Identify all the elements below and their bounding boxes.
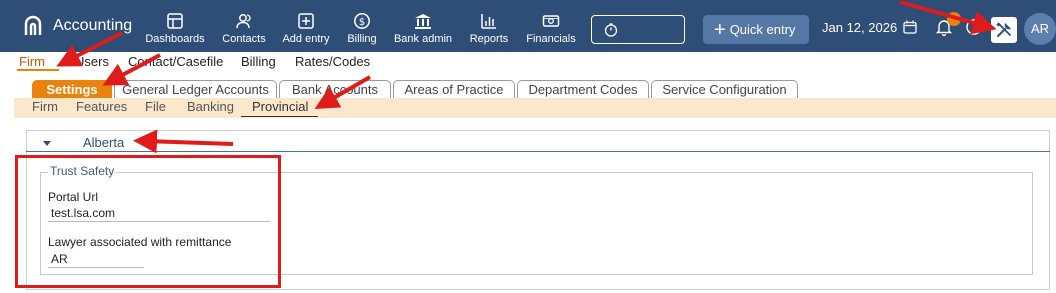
nav-label: Billing [347,33,377,45]
nav-financials[interactable]: Financials [524,12,578,48]
financials-icon [542,15,560,27]
bar-chart-icon [481,14,496,29]
calendar-icon[interactable] [903,20,917,34]
settings-tools-button[interactable] [991,17,1017,43]
menu-item-firm[interactable]: Firm [19,54,45,69]
tab-settings[interactable]: Settings [32,80,112,98]
tab-areas-of-practice[interactable]: Areas of Practice [393,80,515,98]
subtab-file[interactable]: File [145,99,166,114]
notification-badge [947,12,961,26]
nav-label: Dashboards [145,33,205,45]
section-header-alberta[interactable] [26,131,1050,152]
subtab-banking[interactable]: Banking [187,99,234,114]
menu-item-billing[interactable]: Billing [241,54,276,69]
add-entry-icon [298,13,314,29]
dashboard-icon [167,13,183,29]
contacts-icon [236,14,251,29]
help-icon[interactable] [966,19,982,35]
bank-icon [415,14,431,29]
top-navigation-bar: Accounting Dashboards Contacts Add entry… [0,0,1056,52]
annotation-highlight-box [15,155,281,288]
nav-billing[interactable]: $ Billing [344,12,380,48]
subtab-firm[interactable]: Firm [32,99,58,114]
app-root: Accounting Dashboards Contacts Add entry… [0,0,1056,293]
subtab-provincial[interactable]: Provincial [252,99,308,114]
current-date[interactable]: Jan 12, 2026 [822,20,897,35]
menu-active-indicator [17,69,59,71]
tab-general-ledger-accounts[interactable]: General Ledger Accounts [114,80,277,98]
nav-reports[interactable]: Reports [468,12,510,48]
menu-item-contact-casefile[interactable]: Contact/Casefile [128,54,223,69]
section-title: Alberta [83,135,125,150]
subtab-active-indicator [241,116,318,117]
plus-icon: + [714,18,726,41]
nav-label: Reports [469,33,509,45]
nav-add-entry[interactable]: Add entry [281,12,331,48]
app-logo-icon [24,15,42,35]
collapse-caret-icon[interactable] [43,141,51,146]
dollar-icon: $ [354,13,370,29]
nav-contacts[interactable]: Contacts [220,12,268,48]
timer-button[interactable] [591,15,685,44]
nav-label: Financials [526,33,576,45]
nav-label: Add entry [282,33,330,45]
subtab-bar [14,98,1056,118]
nav-dashboards[interactable]: Dashboards [144,12,206,48]
user-avatar[interactable]: AR [1024,13,1056,45]
tab-service-configuration[interactable]: Service Configuration [651,80,798,98]
app-name: Accounting [53,17,133,34]
nav-label: Bank admin [393,33,453,45]
subtab-features[interactable]: Features [76,99,127,114]
tools-icon [996,22,1012,37]
stopwatch-icon [604,23,618,37]
quick-entry-button[interactable]: + Quick entry [703,15,809,44]
menu-item-users[interactable]: Users [75,54,109,69]
svg-text:$: $ [359,17,365,28]
tab-department-codes[interactable]: Department Codes [517,80,649,98]
quick-entry-label: Quick entry [729,22,796,37]
nav-bank-admin[interactable]: Bank admin [393,12,453,48]
nav-label: Contacts [222,33,266,45]
tab-bank-accounts[interactable]: Bank Accounts [279,80,391,98]
menu-item-rates-codes[interactable]: Rates/Codes [295,54,370,69]
brand[interactable]: Accounting [22,14,132,38]
